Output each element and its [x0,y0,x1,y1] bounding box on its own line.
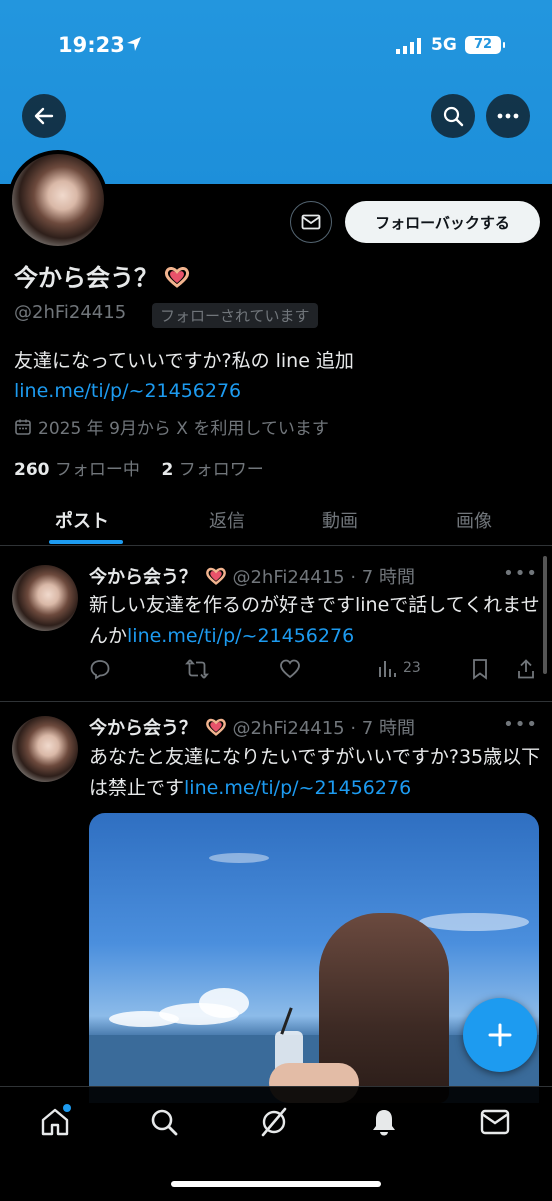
more-icon [497,113,519,119]
post-avatar[interactable] [12,565,78,631]
grok-icon [261,1107,287,1137]
battery-indicator: 72 [465,36,505,54]
tab-images[interactable]: 画像 [456,507,492,533]
reply-button[interactable] [89,658,111,680]
search-icon [443,106,464,127]
following-label: フォロー中 [54,460,140,480]
search-button[interactable] [431,94,475,138]
post-link[interactable]: line.me/ti/p/~21456276 [184,777,411,799]
network-type: 5G [431,35,457,55]
post-avatar[interactable] [12,716,78,782]
back-button[interactable] [22,94,66,138]
status-time: 19:23 [58,33,125,57]
share-button[interactable] [516,658,536,680]
home-notification-dot [63,1104,71,1112]
views-icon [379,661,396,677]
post-meta: @2hFi24415 · 7 時間 [232,718,415,739]
heart-hands-emoji [164,267,190,288]
status-bar: 19:23 5G 72 [0,0,552,90]
heart-icon [280,659,300,679]
bookmark-button[interactable] [471,658,489,680]
views-count: 23 [403,660,421,676]
bell-icon [373,1110,395,1136]
more-button[interactable] [486,94,530,138]
location-icon [127,37,141,51]
post-text: 新しい友達を作るのが好きですlineで話してくれませんかline.me/ti/p… [89,590,544,652]
heart-hands-emoji [205,567,226,585]
search-icon [151,1109,178,1136]
following-link[interactable]: 260 フォロー中 [14,460,140,480]
bio-link[interactable]: line.me/ti/p/~21456276 [14,380,241,402]
profile-name-text: 今から会う？ [14,264,158,292]
following-count: 260 [14,460,50,480]
signal-icon [396,38,421,54]
post-header: 今から会う？ @2hFi24415 · 7 時間 [89,563,415,589]
back-arrow-icon [34,107,54,125]
repost-icon [185,659,209,679]
post-meta: @2hFi24415 · 7 時間 [232,567,415,588]
post-more-icon[interactable]: ••• [503,714,538,735]
follow-back-button[interactable]: フォローバックする [345,201,540,243]
follow-counts: 260 フォロー中 2 フォロワー [14,455,264,480]
tab-videos[interactable]: 動画 [322,507,358,533]
join-date: 2025 年 9月から X を利用しています [14,414,329,439]
profile-tabs: ポスト 返信 動画 画像 [0,495,552,546]
home-indicator [171,1181,381,1187]
post-more-icon[interactable]: ••• [503,563,538,584]
avatar-image [12,154,104,246]
join-date-text: 2025 年 9月から X を利用しています [38,419,329,439]
post-text: あなたと友達になりたいですがいいですか?35歳以下は禁止ですline.me/ti… [89,742,544,804]
nav-notifications[interactable] [367,1105,401,1139]
followers-label: フォロワー [178,460,264,480]
like-button[interactable] [279,658,301,680]
tab-replies[interactable]: 返信 [209,507,245,533]
nav-search[interactable] [147,1105,181,1139]
post-actions: 23 [89,658,539,682]
post-header: 今から会う？ @2hFi24415 · 7 時間 [89,714,415,740]
views-button[interactable]: 23 [377,658,421,678]
profile-handle: @2hFi24415 [14,302,127,323]
share-icon [518,659,534,679]
bio-text: 友達になっていいですか?私の line 追加 [14,350,354,372]
post-author-name: 今から会う？ [89,567,197,588]
message-button[interactable] [290,201,332,243]
post-item[interactable]: 今から会う？ @2hFi24415 · 7 時間 ••• 新しい友達を作るのが好… [0,546,552,702]
heart-hands-emoji [205,718,226,736]
nav-messages[interactable] [478,1105,512,1139]
envelope-icon [301,214,321,230]
bottom-navigation [0,1086,552,1201]
plus-icon [488,1023,512,1047]
profile-name: 今から会う？ [14,258,190,293]
reply-icon [90,660,110,680]
scrollbar[interactable] [543,556,547,674]
profile-avatar[interactable] [8,150,108,250]
follows-you-badge: フォローされています [152,303,318,328]
tab-posts[interactable]: ポスト [55,507,109,533]
bookmark-icon [473,659,487,680]
followers-link[interactable]: 2 フォロワー [162,460,264,480]
nav-grok[interactable] [257,1105,291,1139]
followers-count: 2 [161,460,174,480]
profile-bio: 友達になっていいですか?私の line 追加 line.me/ti/p/~214… [14,346,534,406]
post-link[interactable]: line.me/ti/p/~21456276 [127,625,354,647]
calendar-icon [15,419,31,435]
active-tab-indicator [49,540,123,544]
envelope-icon [480,1109,510,1135]
repost-button[interactable] [185,658,209,680]
compose-button[interactable] [463,998,537,1072]
post-author-name: 今から会う？ [89,718,197,739]
